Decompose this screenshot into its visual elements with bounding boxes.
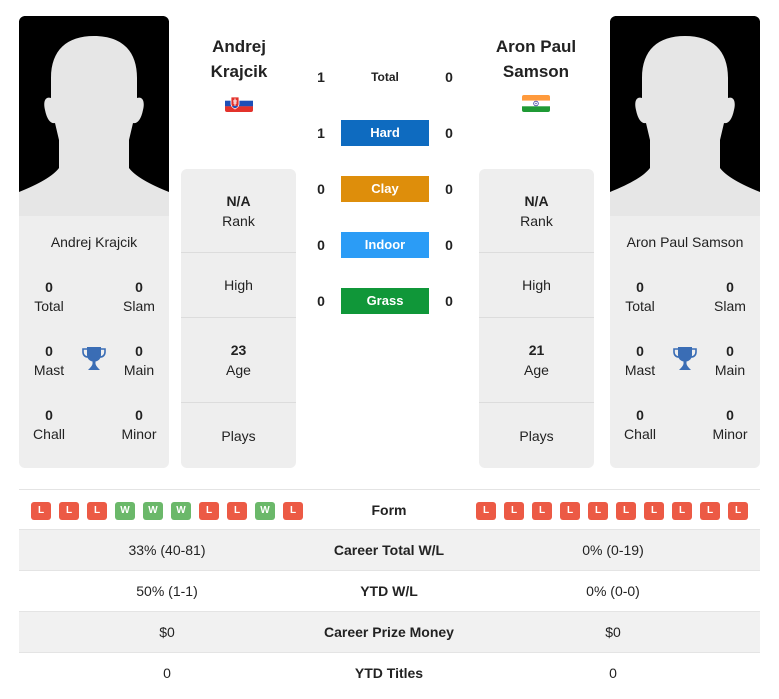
surface-badge-grass[interactable]: Grass <box>341 288 429 314</box>
silhouette-icon <box>19 16 169 216</box>
form-badge-loss[interactable]: L <box>728 502 748 520</box>
plays-right: Plays <box>519 427 554 444</box>
player-name-left[interactable]: Andrej Krajcik <box>174 34 304 84</box>
form-badge-loss[interactable]: L <box>616 502 636 520</box>
titles-grid-left: 0 Total 0 Slam 0 Mast 0 Main 0 Chall 0 Minor <box>19 278 169 468</box>
flag-slovakia-icon <box>225 95 253 112</box>
titles-main-left: 0 Main <box>123 343 155 378</box>
stat-row-career-total-wl: 33% (40-81) Career Total W/L 0% (0-19) <box>19 530 760 571</box>
age-left: 23 Age <box>181 318 296 403</box>
h2h-clay: 0 Clay 0 <box>300 176 480 202</box>
form-badge-loss[interactable]: L <box>59 502 79 520</box>
form-badge-loss[interactable]: L <box>31 502 51 520</box>
form-badge-win[interactable]: W <box>115 502 135 520</box>
high-rank-right: High <box>479 253 594 318</box>
form-badge-win[interactable]: W <box>255 502 275 520</box>
rank-left: N/A Rank <box>181 169 296 253</box>
h2h-indoor: 0 Indoor 0 <box>300 232 480 258</box>
silhouette-icon <box>610 16 760 216</box>
player-photo-right <box>610 16 760 216</box>
titles-minor-right: 0 Minor <box>712 407 748 442</box>
info-card-left: N/A Rank High 23 Age Plays <box>181 169 296 468</box>
player-name-card-right: Aron Paul Samson <box>626 234 744 250</box>
form-badge-loss[interactable]: L <box>504 502 524 520</box>
stat-row-ytd-titles: 0 YTD Titles 0 <box>163 665 617 681</box>
form-badge-loss[interactable]: L <box>227 502 247 520</box>
form-badge-loss[interactable]: L <box>672 502 692 520</box>
titles-chall-left: 0 Chall <box>33 407 65 442</box>
form-label: Form <box>371 502 407 518</box>
age-right: 21 Age <box>479 318 594 403</box>
surface-badge-hard[interactable]: Hard <box>341 120 429 146</box>
player-name-card-left: Andrej Krajcik <box>50 234 138 250</box>
titles-slam-right: 0 Slam <box>714 279 746 314</box>
form-badge-loss[interactable]: L <box>560 502 580 520</box>
high-rank-left: High <box>181 253 296 318</box>
form-badge-loss[interactable]: L <box>199 502 219 520</box>
form-badge-win[interactable]: W <box>171 502 191 520</box>
flag-india-icon <box>522 95 550 112</box>
player-photo-left <box>19 16 169 216</box>
form-badge-loss[interactable]: L <box>532 502 552 520</box>
h2h-grass: 0 Grass 0 <box>300 288 480 314</box>
titles-total-right: 0 Total <box>625 279 655 314</box>
plays-left: Plays <box>221 427 256 444</box>
surface-badge-clay[interactable]: Clay <box>341 176 429 202</box>
player-card-left: Andrej Krajcik 0 Total 0 Slam 0 Mast 0 Main … <box>19 16 169 468</box>
form-badge-loss[interactable]: L <box>87 502 107 520</box>
titles-minor-left: 0 Minor <box>121 407 157 442</box>
form-badges-left: LLLWWWLLWL <box>31 502 303 520</box>
titles-mast-right: 0 Mast <box>624 343 656 378</box>
stat-row-career-prize-money: $0 Career Prize Money $0 <box>19 612 760 653</box>
info-card-right: N/A Rank High 21 Age Plays <box>479 169 594 468</box>
form-row: LLLWWWLLWL Form LLLLLLLLLL <box>19 489 760 530</box>
form-badge-win[interactable]: W <box>143 502 163 520</box>
trophy-icon <box>673 347 697 370</box>
form-badge-loss[interactable]: L <box>476 502 496 520</box>
form-badges-right: LLLLLLLLLL <box>476 502 748 520</box>
titles-slam-left: 0 Slam <box>123 279 155 314</box>
form-badge-loss[interactable]: L <box>644 502 664 520</box>
titles-chall-right: 0 Chall <box>624 407 656 442</box>
form-badge-loss[interactable]: L <box>588 502 608 520</box>
h2h-hard: 1 Hard 0 <box>300 120 480 146</box>
form-badge-loss[interactable]: L <box>700 502 720 520</box>
player-card-right: Aron Paul Samson 0 Total 0 Slam 0 Mast 0 Mai… <box>610 16 760 468</box>
trophy-icon <box>82 347 106 370</box>
titles-total-left: 0 Total <box>34 279 64 314</box>
titles-main-right: 0 Main <box>714 343 746 378</box>
titles-grid-right: 0 Total 0 Slam 0 Mast 0 Main 0 Chall 0 Minor <box>610 278 760 468</box>
surface-label-total: Total <box>371 70 399 84</box>
h2h-total: 1 Total 0 <box>300 64 480 90</box>
stat-row-ytd-wl: 50% (1-1) YTD W/L 0% (0-0) <box>19 571 760 612</box>
player-name-right[interactable]: Aron Paul Samson <box>471 34 601 84</box>
titles-mast-left: 0 Mast <box>33 343 65 378</box>
rank-right: N/A Rank <box>479 169 594 253</box>
surface-badge-indoor[interactable]: Indoor <box>341 232 429 258</box>
form-badge-loss[interactable]: L <box>283 502 303 520</box>
